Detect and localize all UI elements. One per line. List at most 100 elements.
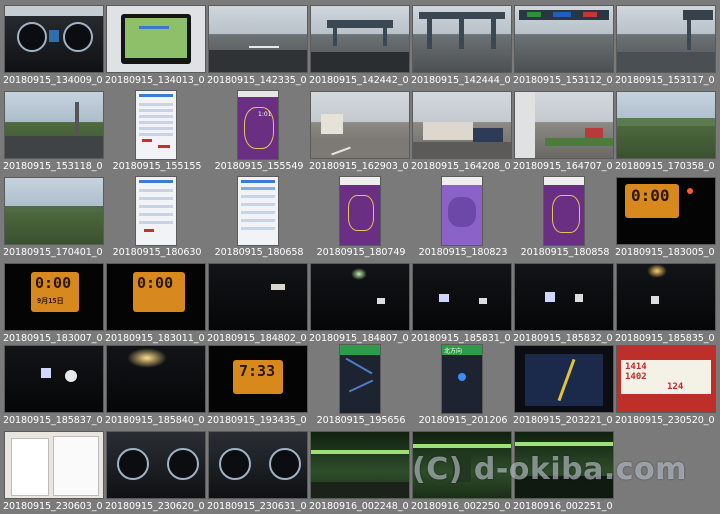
thumbnail-item[interactable]: 20180915_185832_0 [513, 262, 615, 346]
thumbnail-caption: 20180915_153112_0 [513, 75, 613, 86]
photo-thumbnail[interactable] [413, 92, 511, 158]
screenshot-thumbnail[interactable] [544, 177, 584, 245]
thumbnail-item[interactable]: 20180915_230620_0 [105, 430, 207, 514]
thumbnail-caption: 20180915_134013_0 [105, 75, 205, 86]
photo-thumbnail[interactable] [515, 6, 613, 72]
thumbnail-caption: 20180915_180658 [214, 247, 304, 258]
photo-thumbnail[interactable] [617, 92, 715, 158]
thumbnail-item[interactable]: 20180915_180658 [207, 176, 309, 260]
thumbnail-item[interactable]: 20180915_170358_0 [615, 90, 717, 174]
photo-thumbnail[interactable]: 0:00 [617, 178, 715, 244]
thumbnail-caption: 20180915_134009_0 [3, 75, 103, 86]
thumbnail-item[interactable]: 20180915_142335_0 [207, 4, 309, 88]
photo-thumbnail[interactable] [209, 6, 307, 72]
photo-thumbnail[interactable] [209, 432, 307, 498]
thumbnail-item[interactable]: 20180915_153118_0 [3, 90, 105, 174]
thumbnail-caption: 20180916_002248_0 [309, 501, 409, 512]
thumbnail-item[interactable]: 20180915_162903_0 [309, 90, 411, 174]
clock-display: 7:33 [239, 362, 276, 380]
clock-display: 0:00 [137, 274, 174, 292]
thumbnail-item[interactable]: 7:33 20180915_193435_0 [207, 344, 309, 428]
thumbnail-item[interactable]: 20180915_134009_0 [3, 4, 105, 88]
photo-thumbnail[interactable] [107, 346, 205, 412]
photo-thumbnail[interactable] [209, 264, 307, 330]
thumbnail-item[interactable]: 20180915_153117_0 [615, 4, 717, 88]
thumbnail-caption: 20180915_185840_0 [105, 415, 205, 426]
photo-thumbnail[interactable] [617, 6, 715, 72]
thumbnail-item[interactable]: 20180915_195656 [309, 344, 411, 428]
thumbnail-item[interactable]: 20180915_134013_0 [105, 4, 207, 88]
thumbnail-item[interactable]: 20180916_002248_0 [309, 430, 411, 514]
thumbnail-item[interactable]: 20180915_153112_0 [513, 4, 615, 88]
thumbnail-caption: 20180916_002250_0 [411, 501, 511, 512]
photo-thumbnail[interactable] [107, 432, 205, 498]
thumbnail-item[interactable]: 20180915_185837_0 [3, 344, 105, 428]
photo-thumbnail[interactable]: 7:33 [209, 346, 307, 412]
thumbnail-item[interactable]: 20180915_164208_0 [411, 90, 513, 174]
photo-thumbnail[interactable]: 0:00 9月15日 [5, 264, 103, 330]
thumbnail-caption: 20180915_180749 [316, 247, 406, 258]
thumbnail-caption: 20180915_153117_0 [615, 75, 715, 86]
thumbnail-item[interactable]: 1414 1402 124 20180915_230520_0 [615, 344, 717, 428]
photo-thumbnail[interactable] [311, 6, 409, 72]
thumbnail-item[interactable]: 20180915_184807_0 [309, 262, 411, 346]
photo-thumbnail[interactable] [515, 264, 613, 330]
photo-thumbnail[interactable] [515, 432, 613, 498]
thumbnail-item[interactable]: 20180915_142444_0 [411, 4, 513, 88]
screenshot-thumbnail[interactable] [340, 177, 380, 245]
photo-thumbnail[interactable] [5, 178, 103, 244]
thumbnail-item[interactable]: 20180915_230631_0 [207, 430, 309, 514]
thumbnail-item[interactable]: 20180915_180823 [411, 176, 513, 260]
screenshot-thumbnail[interactable] [136, 177, 176, 245]
thumbnail-item[interactable]: 1:01 20180915_155549 [207, 90, 309, 174]
thumbnail-item[interactable]: 20180915_180858 [513, 176, 615, 260]
photo-thumbnail[interactable] [5, 432, 103, 498]
screenshot-thumbnail[interactable] [238, 177, 278, 245]
thumbnail-item[interactable]: 0:00 20180915_183011_0 [105, 262, 207, 346]
thumbnail-caption: 20180915_180630 [112, 247, 202, 258]
thumbnail-item[interactable]: 20180915_185835_0 [615, 262, 717, 346]
screenshot-thumbnail[interactable]: 1:01 [238, 91, 278, 159]
thumbnail-caption: 20180915_170358_0 [615, 161, 715, 172]
photo-thumbnail[interactable] [413, 432, 511, 498]
photo-thumbnail[interactable] [515, 346, 613, 412]
photo-thumbnail[interactable] [413, 6, 511, 72]
screenshot-thumbnail[interactable] [442, 177, 482, 245]
thumbnail-item[interactable]: 20180916_002251_0 [513, 430, 615, 514]
screenshot-thumbnail[interactable] [136, 91, 176, 159]
photo-thumbnail[interactable] [515, 92, 613, 158]
thumbnail-item[interactable]: 20180915_180749 [309, 176, 411, 260]
photo-thumbnail[interactable] [617, 264, 715, 330]
photo-thumbnail[interactable]: 0:00 [107, 264, 205, 330]
thumbnail-item[interactable]: 20180915_185840_0 [105, 344, 207, 428]
photo-thumbnail[interactable]: 1414 1402 124 [617, 346, 715, 412]
thumbnail-item[interactable]: 20180916_002250_0 [411, 430, 513, 514]
thumbnail-caption: 20180915_155155 [112, 161, 202, 172]
thumbnail-item[interactable]: 0:00 9月15日 20180915_183007_0 [3, 262, 105, 346]
thumbnail-caption: 20180916_002251_0 [513, 501, 613, 512]
photo-thumbnail[interactable] [311, 432, 409, 498]
thumbnail-item[interactable]: 20180915_203221_0 [513, 344, 615, 428]
thumbnail-item[interactable]: 20180915_170401_0 [3, 176, 105, 260]
photo-thumbnail[interactable] [107, 6, 205, 72]
thumbnail-item[interactable]: 0:00 20180915_183005_0 [615, 176, 717, 260]
screenshot-thumbnail[interactable]: 北方向 [442, 345, 482, 413]
photo-thumbnail[interactable] [311, 264, 409, 330]
photo-thumbnail[interactable] [5, 346, 103, 412]
thumbnail-item[interactable]: 20180915_155155 [105, 90, 207, 174]
thumbnail-item[interactable]: 20180915_142442_0 [309, 4, 411, 88]
thumbnail-item[interactable]: 北方向 20180915_201206 [411, 344, 513, 428]
thumbnail-caption: 20180915_164208_0 [411, 161, 511, 172]
thumbnail-caption: 20180915_153118_0 [3, 161, 103, 172]
thumbnail-item[interactable]: 20180915_184802_0 [207, 262, 309, 346]
photo-thumbnail[interactable] [413, 264, 511, 330]
photo-thumbnail[interactable] [5, 6, 103, 72]
thumbnail-item[interactable]: 20180915_230603_0 [3, 430, 105, 514]
photo-thumbnail[interactable] [5, 92, 103, 158]
thumbnail-caption: 20180915_170401_0 [3, 247, 103, 258]
thumbnail-item[interactable]: 20180915_164707_0 [513, 90, 615, 174]
thumbnail-item[interactable]: 20180915_180630 [105, 176, 207, 260]
photo-thumbnail[interactable] [311, 92, 409, 158]
screenshot-thumbnail[interactable] [340, 345, 380, 413]
thumbnail-item[interactable]: 20180915_185831_0 [411, 262, 513, 346]
